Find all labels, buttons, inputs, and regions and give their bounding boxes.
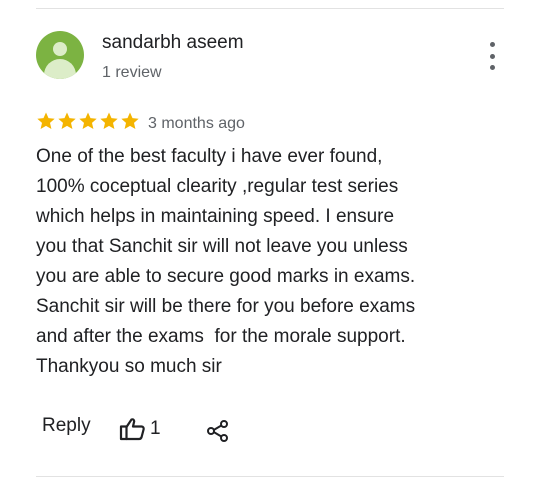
star-rating bbox=[36, 111, 140, 131]
share-icon[interactable] bbox=[206, 419, 230, 443]
review-text-line: you are able to secure good marks in exa… bbox=[36, 266, 416, 287]
menu-dot bbox=[489, 53, 495, 59]
reviewer-review-count: 1 review bbox=[102, 64, 162, 81]
avatar[interactable] bbox=[36, 31, 84, 79]
person-icon-head bbox=[53, 42, 67, 56]
like-count: 1 bbox=[150, 418, 161, 439]
top-divider bbox=[36, 8, 504, 9]
review-date: 3 months ago bbox=[148, 115, 245, 132]
review-text-line: 100% coceptual clearity ,regular test se… bbox=[36, 176, 399, 197]
review-text-line: One of the best faculty i have ever foun… bbox=[36, 146, 383, 167]
bottom-divider bbox=[36, 476, 504, 477]
review-text-line: and after the exams for the morale suppo… bbox=[36, 326, 406, 347]
star-filled-icon bbox=[100, 112, 118, 129]
reply-button[interactable]: Reply bbox=[42, 415, 91, 437]
review-text-line: which helps in maintaining speed. I ensu… bbox=[36, 206, 395, 227]
review-text-line: Thankyou so much sir bbox=[36, 356, 222, 377]
person-icon-body bbox=[44, 59, 76, 79]
star-filled-icon bbox=[37, 112, 55, 129]
review-text-line: Sanchit sir will be there for you before… bbox=[36, 296, 416, 317]
menu-dot bbox=[489, 42, 495, 47]
menu-dot bbox=[489, 65, 495, 70]
reviewer-name[interactable]: sandarbh aseem bbox=[102, 32, 244, 54]
more-vert-icon[interactable] bbox=[482, 42, 502, 70]
like-button[interactable]: 1 bbox=[119, 416, 161, 442]
review-text-line: you that Sanchit sir will not leave you … bbox=[36, 236, 408, 257]
star-filled-icon bbox=[58, 112, 76, 129]
star-filled-icon bbox=[121, 112, 139, 129]
review-text: One of the best faculty i have ever foun… bbox=[36, 142, 496, 382]
star-filled-icon bbox=[79, 112, 97, 129]
thumbs-up-icon bbox=[119, 418, 145, 441]
